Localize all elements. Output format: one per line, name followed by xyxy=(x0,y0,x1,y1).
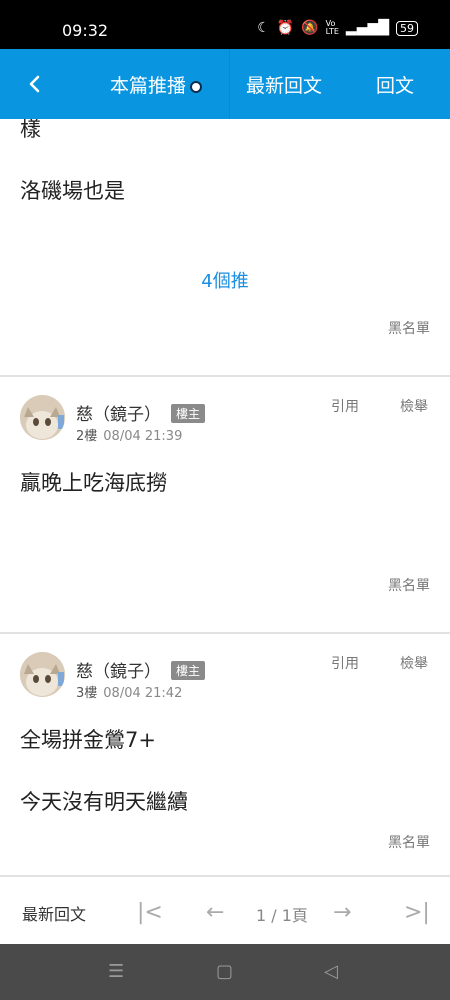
last-page-icon[interactable]: >| xyxy=(404,900,430,925)
quote-button[interactable]: 引用 xyxy=(331,396,359,416)
latest-replies-button[interactable]: 最新回文 xyxy=(22,901,86,925)
report-button[interactable]: 檢舉 xyxy=(400,396,428,416)
avatar[interactable] xyxy=(20,652,65,697)
push-toggle-icon[interactable] xyxy=(190,80,203,93)
reply-button[interactable]: 回文 xyxy=(376,71,414,98)
volte-icon: Vo LTE xyxy=(325,19,339,36)
status-time: 09:32 xyxy=(62,21,109,40)
post-divider xyxy=(0,632,450,634)
moon-icon: ☾ xyxy=(257,20,270,36)
mute-icon: 🔕 xyxy=(301,20,319,36)
tab-latest-replies[interactable]: 最新回文 xyxy=(246,71,322,98)
push-count-link[interactable]: 4個推 xyxy=(0,267,450,293)
post-divider xyxy=(0,375,450,377)
status-icons: ☾ ⏰ 🔕 Vo LTE ▂▄▆█ 59 xyxy=(257,20,418,36)
prev-page-icon[interactable]: ← xyxy=(206,900,224,925)
blacklist-button[interactable]: 黑名單 xyxy=(388,832,430,852)
blacklist-button[interactable]: 黑名單 xyxy=(388,318,430,338)
avatar[interactable] xyxy=(20,395,65,440)
post-divider xyxy=(0,875,450,877)
post-text-line: 今天沒有明天繼續 xyxy=(20,790,188,814)
post-text-line: 樣 xyxy=(20,119,41,141)
report-button[interactable]: 檢舉 xyxy=(400,653,428,673)
next-page-icon[interactable]: → xyxy=(333,900,351,925)
system-nav-bar: ☰ ▢ ◁ xyxy=(0,944,450,1000)
menu-icon[interactable]: ☰ xyxy=(108,961,124,982)
floor-number: 2樓 xyxy=(76,429,98,444)
tab-push-label: 本篇推播 xyxy=(110,75,187,97)
author-name[interactable]: 慈（鏡子） 樓主 xyxy=(76,657,206,682)
first-page-icon[interactable]: |< xyxy=(137,900,163,925)
back-button[interactable] xyxy=(22,69,48,99)
quote-button[interactable]: 引用 xyxy=(331,653,359,673)
chevron-left-icon xyxy=(29,75,40,93)
op-badge: 樓主 xyxy=(171,404,206,423)
5g-signal-icon: ▂▄▆█ xyxy=(345,20,389,36)
cat-avatar-icon xyxy=(20,652,65,697)
page-indicator[interactable]: 1 / 1頁 xyxy=(256,902,308,926)
thread-content[interactable]: 樣 洛磯場也是 4個推 黑名單 慈（鏡子） 樓主 2樓 08/04 21:39 引用… xyxy=(0,119,450,944)
post-meta: 2樓 08/04 21:39 xyxy=(76,425,182,444)
post-text-line: 贏晚上吃海底撈 xyxy=(20,471,167,495)
app-header: 本篇推播 最新回文 回文 xyxy=(0,49,450,119)
pagination-bar: 最新回文 |< ← 1 / 1頁 → >| xyxy=(0,878,450,944)
author-name[interactable]: 慈（鏡子） 樓主 xyxy=(76,400,206,425)
battery-icon: 59 xyxy=(396,20,418,36)
floor-number: 3樓 xyxy=(76,686,98,701)
author-name-text: 慈（鏡子） xyxy=(76,405,161,425)
post-date: 08/04 21:42 xyxy=(103,686,183,701)
author-name-text: 慈（鏡子） xyxy=(76,662,161,682)
alarm-icon: ⏰ xyxy=(276,20,295,36)
header-divider xyxy=(229,49,230,119)
post-text-line: 洛磯場也是 xyxy=(20,179,125,203)
op-badge: 樓主 xyxy=(171,661,206,680)
blacklist-button[interactable]: 黑名單 xyxy=(388,575,430,595)
post-meta: 3樓 08/04 21:42 xyxy=(76,682,182,701)
tab-push-notification[interactable]: 本篇推播 xyxy=(110,71,203,98)
status-bar: 09:32 ☾ ⏰ 🔕 Vo LTE ▂▄▆█ 59 xyxy=(0,0,450,49)
cat-avatar-icon xyxy=(20,395,65,440)
home-icon[interactable]: ▢ xyxy=(216,961,233,982)
post-date: 08/04 21:39 xyxy=(103,429,183,444)
post-text-line: 全場拼金鶯7+ xyxy=(20,728,156,752)
back-triangle-icon[interactable]: ◁ xyxy=(324,961,338,982)
battery-level: 59 xyxy=(400,21,414,35)
